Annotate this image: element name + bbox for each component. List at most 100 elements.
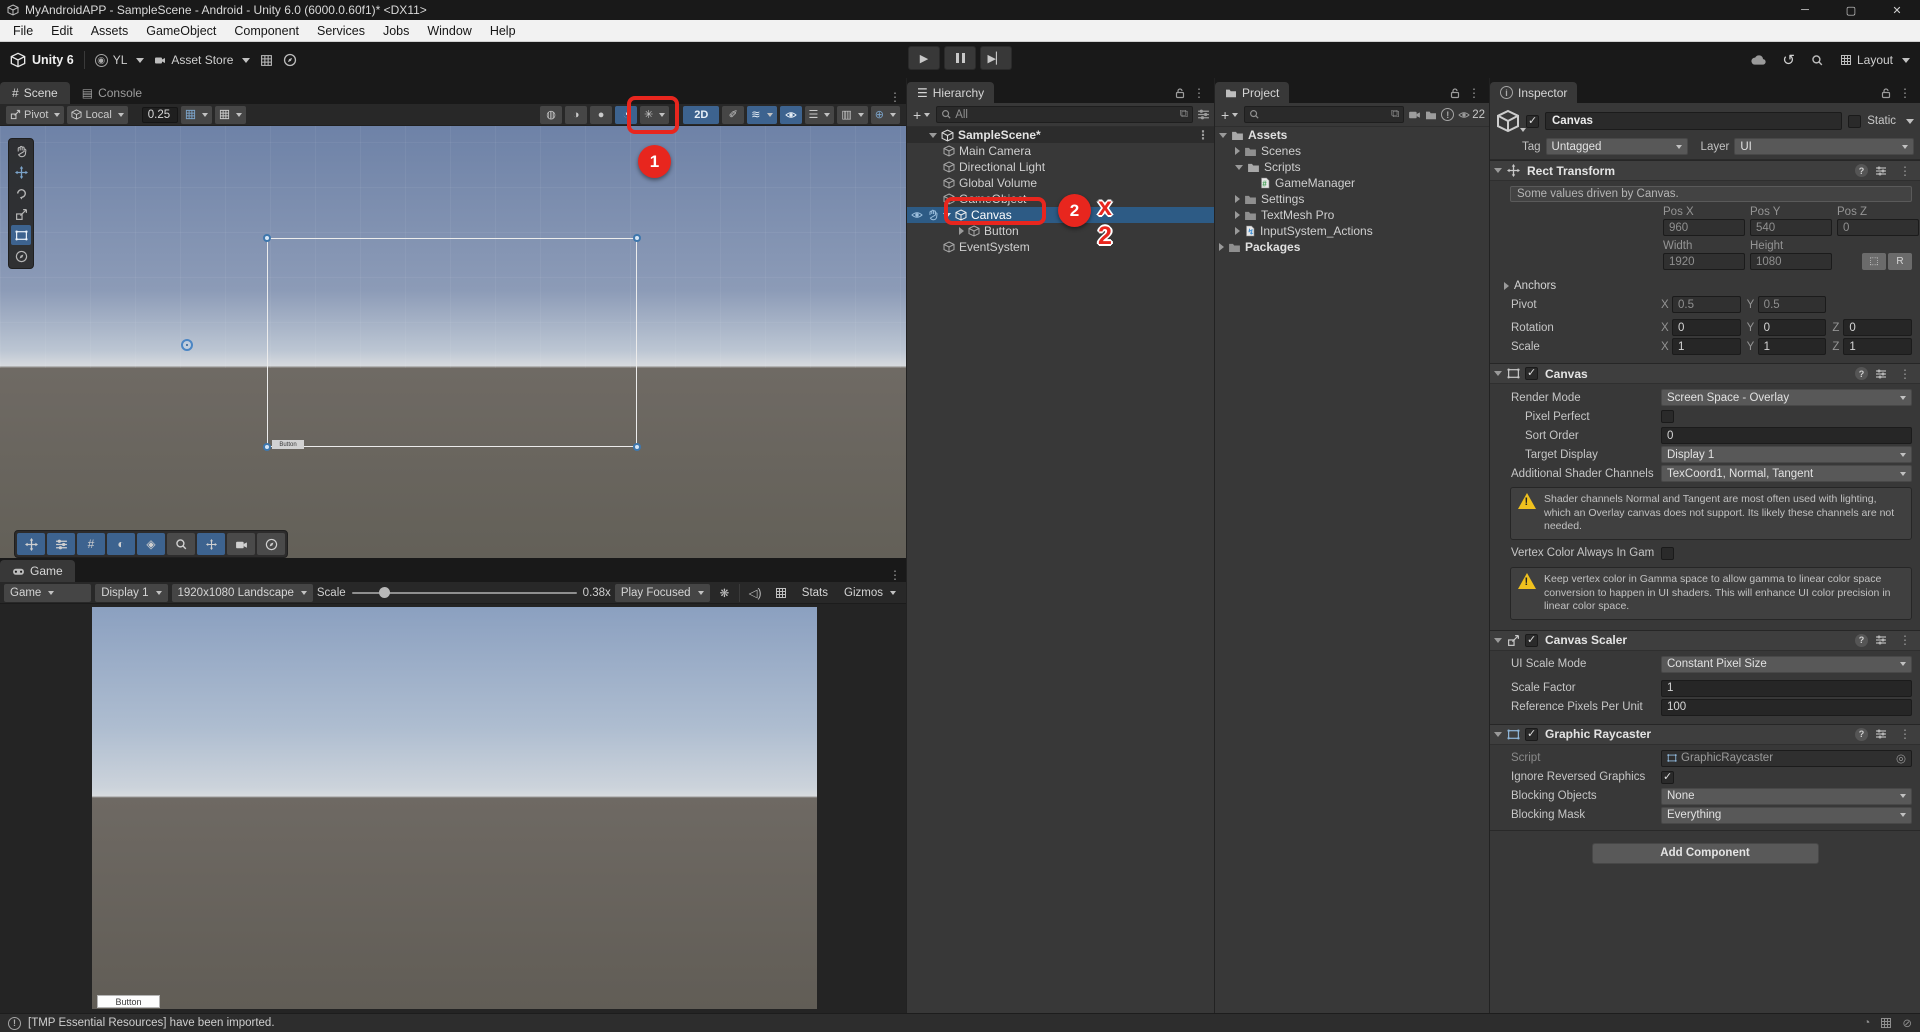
tree-item-button[interactable]: Button bbox=[907, 223, 1214, 239]
scale-slider-track[interactable] bbox=[352, 592, 577, 594]
visibility-eye-icon[interactable] bbox=[911, 209, 923, 221]
lock-icon[interactable] bbox=[1174, 87, 1186, 99]
lock-icon[interactable] bbox=[1449, 87, 1461, 99]
search-expand-icon[interactable]: ⧉ bbox=[1391, 108, 1399, 121]
cloud-icon[interactable] bbox=[1748, 53, 1766, 67]
help-icon[interactable]: ? bbox=[1855, 728, 1868, 741]
project-add-button[interactable]: + bbox=[1219, 107, 1240, 123]
status-grid-icon[interactable] bbox=[1880, 1017, 1892, 1029]
display-dropdown[interactable]: Display 1 bbox=[95, 584, 167, 602]
pixel-perfect-checkbox[interactable] bbox=[1661, 410, 1674, 423]
rect-handle-bottom-left[interactable] bbox=[263, 443, 271, 451]
canvas-rect-gizmo[interactable] bbox=[267, 238, 637, 447]
status-message[interactable]: [TMP Essential Resources] have been impo… bbox=[28, 1017, 275, 1029]
gizmos-dropdown[interactable]: Gizmos bbox=[838, 584, 902, 602]
pause-button[interactable] bbox=[944, 46, 976, 70]
active-checkbox[interactable] bbox=[1526, 115, 1539, 128]
transform-tool-button[interactable] bbox=[11, 246, 31, 266]
tree-item-gamemanager[interactable]: # GameManager bbox=[1215, 175, 1489, 191]
vsync-icon[interactable] bbox=[770, 584, 792, 602]
presets-icon[interactable] bbox=[1875, 368, 1887, 380]
render-mode-dropdown[interactable]: Screen Space - Overlay bbox=[1661, 389, 1912, 406]
blocking-objects-dropdown[interactable]: None bbox=[1661, 788, 1912, 805]
canvas-scaler-header[interactable]: Canvas Scaler ? ⋮ bbox=[1490, 630, 1920, 651]
lock-icon[interactable] bbox=[1880, 87, 1892, 99]
graphic-raycaster-header[interactable]: Graphic Raycaster ? ⋮ bbox=[1490, 724, 1920, 745]
gizmo-pen-button[interactable]: ✐ bbox=[722, 106, 744, 124]
search-icon[interactable] bbox=[1811, 54, 1824, 67]
raycaster-enabled-checkbox[interactable] bbox=[1525, 728, 1538, 741]
menu-file[interactable]: File bbox=[4, 24, 42, 38]
scene-viewport[interactable]: Button # ◐ ◈ bbox=[0, 126, 906, 558]
asset-filter-icon[interactable] bbox=[1408, 108, 1421, 121]
game-ui-button[interactable]: Button bbox=[97, 995, 160, 1008]
script-field[interactable]: GraphicRaycaster ◎ bbox=[1661, 750, 1912, 767]
help-icon[interactable]: ? bbox=[1855, 367, 1868, 380]
scale-y-field[interactable]: 1 bbox=[1758, 338, 1827, 355]
move-tool-button[interactable] bbox=[11, 162, 31, 182]
mode-2d-button[interactable]: 2D bbox=[683, 106, 719, 124]
tree-item-canvas[interactable]: Canvas bbox=[907, 207, 1214, 223]
blocking-mask-dropdown[interactable]: Everything bbox=[1661, 807, 1912, 824]
effects-toggle-button[interactable]: ◔ bbox=[615, 106, 637, 124]
maximize-button[interactable]: ▢ bbox=[1828, 0, 1874, 20]
view-tool-button[interactable] bbox=[11, 141, 31, 161]
layer-dropdown[interactable]: UI bbox=[1734, 138, 1914, 155]
presets-icon[interactable] bbox=[1875, 728, 1887, 740]
add-component-button[interactable]: Add Component bbox=[1592, 843, 1819, 864]
reference-ppu-field[interactable]: 100 bbox=[1661, 699, 1912, 716]
overlay-camera-button[interactable] bbox=[227, 533, 255, 555]
scene-button-element[interactable]: Button bbox=[272, 440, 304, 449]
tree-item-assets[interactable]: Assets bbox=[1215, 127, 1489, 143]
version-control-button[interactable] bbox=[283, 53, 297, 67]
grid-snapping-dropdown[interactable] bbox=[181, 106, 212, 124]
ignore-reversed-checkbox[interactable] bbox=[1661, 771, 1674, 784]
width-field[interactable]: 1920 bbox=[1663, 253, 1745, 270]
scene-tab-menu-icon[interactable]: ⋮ bbox=[884, 90, 906, 104]
overlay-lighting-button[interactable]: ◐ bbox=[107, 533, 135, 555]
sort-icon[interactable] bbox=[1197, 108, 1210, 121]
effects-dropdown[interactable]: ✳ bbox=[640, 106, 669, 124]
gameobject-name-field[interactable]: Canvas bbox=[1545, 112, 1842, 130]
package-manager-button[interactable] bbox=[260, 54, 273, 67]
menu-edit[interactable]: Edit bbox=[42, 24, 82, 38]
status-activity-icon[interactable]: ◔ bbox=[1863, 1017, 1870, 1029]
resolution-dropdown[interactable]: 1920x1080 Landscape bbox=[172, 584, 313, 602]
lighting-toggle-button[interactable]: ◑ bbox=[565, 106, 587, 124]
scaler-enabled-checkbox[interactable] bbox=[1525, 634, 1538, 647]
canvas-pivot-gizmo[interactable] bbox=[181, 339, 193, 351]
rotation-x-field[interactable]: 0 bbox=[1672, 319, 1741, 336]
anchors-foldout[interactable]: Anchors bbox=[1490, 276, 1920, 295]
rect-handle-top-right[interactable] bbox=[633, 234, 641, 242]
undo-history-icon[interactable]: ↺ bbox=[1782, 51, 1795, 69]
scale-x-field[interactable]: 1 bbox=[1672, 338, 1741, 355]
pickability-hand-icon[interactable] bbox=[927, 209, 939, 221]
presets-icon[interactable] bbox=[1875, 634, 1887, 646]
vertex-color-checkbox[interactable] bbox=[1661, 547, 1674, 560]
overlay-layers-button[interactable]: ◈ bbox=[137, 533, 165, 555]
component-menu-icon[interactable]: ⋮ bbox=[1894, 367, 1916, 381]
scene-visibility-button[interactable] bbox=[780, 106, 802, 124]
menu-gameobject[interactable]: GameObject bbox=[137, 24, 225, 38]
game-view-dropdown[interactable]: Game bbox=[4, 584, 91, 602]
tree-item-scenes[interactable]: Scenes bbox=[1215, 143, 1489, 159]
overlay-search-button[interactable] bbox=[167, 533, 195, 555]
hierarchy-search-input[interactable]: All ⧉ bbox=[936, 106, 1193, 123]
rotation-y-field[interactable]: 0 bbox=[1758, 319, 1827, 336]
pos-y-field[interactable]: 540 bbox=[1750, 219, 1832, 236]
inspector-menu-icon[interactable]: ⋮ bbox=[1894, 86, 1916, 100]
overlay-move-button[interactable] bbox=[17, 533, 45, 555]
mute-audio-icon[interactable]: ◁) bbox=[744, 584, 766, 602]
tab-console[interactable]: ▤ Console bbox=[70, 82, 154, 104]
pos-z-field[interactable]: 0 bbox=[1837, 219, 1919, 236]
game-viewport[interactable]: Button bbox=[0, 604, 906, 1013]
play-button[interactable]: ▶ bbox=[908, 46, 940, 70]
menu-assets[interactable]: Assets bbox=[82, 24, 138, 38]
shader-channels-dropdown[interactable]: TexCoord1, Normal, Tangent bbox=[1661, 465, 1912, 482]
importance-icon[interactable]: ! bbox=[1441, 108, 1454, 121]
snap-increment-dropdown[interactable] bbox=[215, 106, 246, 124]
layers-visibility-dropdown[interactable]: ≋ bbox=[747, 106, 776, 124]
tag-dropdown[interactable]: Untagged bbox=[1546, 138, 1688, 155]
account-dropdown[interactable]: ◉ YL bbox=[95, 53, 145, 67]
layout-dropdown[interactable]: Layout bbox=[1840, 53, 1910, 67]
